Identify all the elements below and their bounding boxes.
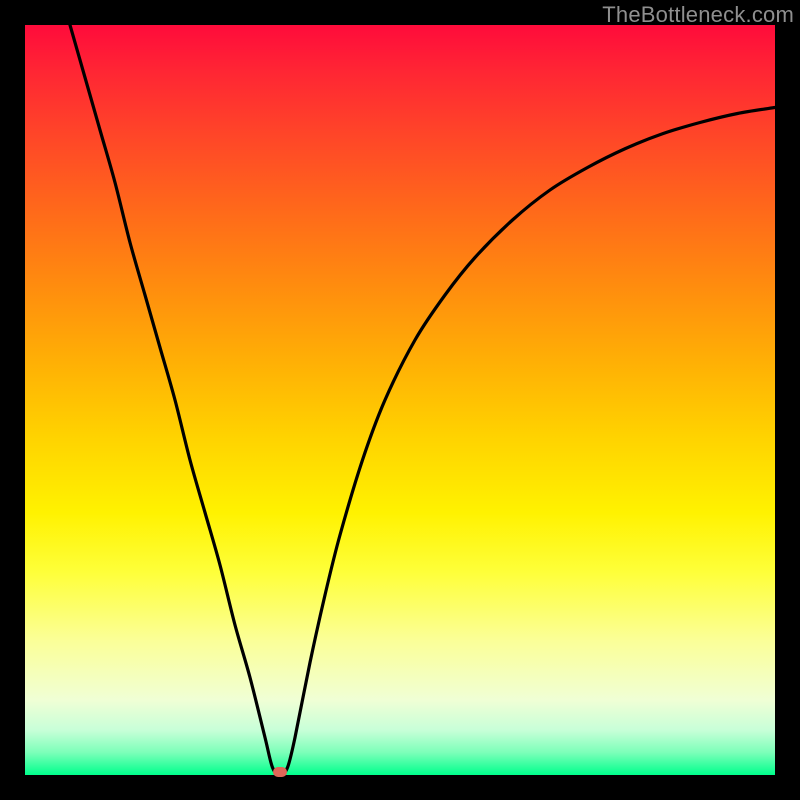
chart-container: TheBottleneck.com bbox=[0, 0, 800, 800]
marker-dot bbox=[273, 767, 287, 777]
curve-svg bbox=[25, 25, 775, 775]
curve-line bbox=[70, 25, 775, 775]
plot-area bbox=[25, 25, 775, 775]
